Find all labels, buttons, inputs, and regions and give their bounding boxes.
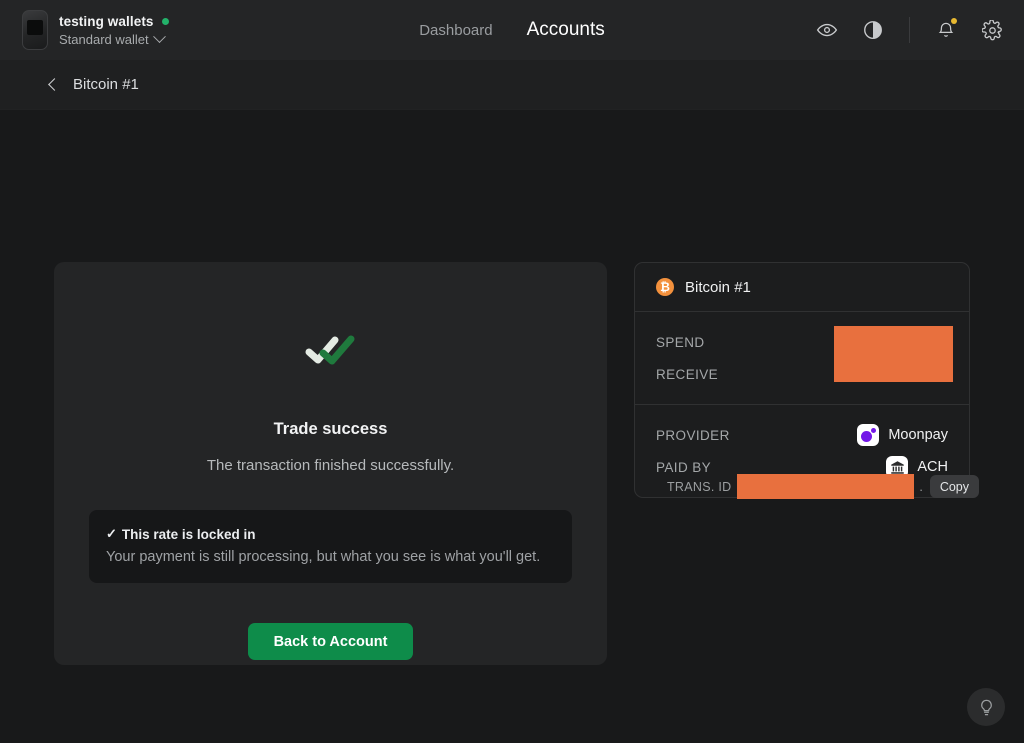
paid-by-name: ACH [917,459,948,475]
wallet-text: testing wallets Standard wallet [59,14,169,47]
provider-value: Moonpay [857,424,948,446]
bell-icon[interactable] [934,18,958,42]
wallet-type-label: Standard wallet [59,31,149,47]
transaction-id-trailing: . [919,479,923,494]
check-icon: ✓ [106,526,117,541]
redacted-amounts-block [834,326,953,382]
order-summary-panel: ₿ Bitcoin #1 SPEND RECEIVE PROVIDER Moon… [634,262,970,498]
redacted-transaction-id [736,474,915,499]
back-to-account-button[interactable]: Back to Account [247,623,414,660]
rate-locked-title: This rate is locked in [121,526,256,542]
rate-locked-body: Your payment is still processing, but wh… [106,549,541,565]
back-chevron-icon[interactable] [48,78,61,91]
app-root: testing wallets Standard wallet Dashboar… [0,0,1024,743]
nav-item-accounts[interactable]: Accounts [527,19,605,41]
transaction-id-label: TRANS. ID [667,479,732,494]
spend-label: SPEND [656,334,705,350]
chevron-down-icon [152,29,166,43]
success-subtitle: The transaction finished successfully. [206,457,455,474]
bitcoin-icon: ₿ [656,278,674,296]
eye-icon[interactable] [815,18,839,42]
summary-header: ₿ Bitcoin #1 [635,263,969,312]
wallet-name: testing wallets [59,13,154,29]
summary-row-provider: PROVIDER Moonpay [656,419,948,451]
hardware-wallet-icon [22,10,48,50]
trade-success-card: Trade success The transaction finished s… [54,262,607,665]
breadcrumb: Bitcoin #1 [0,60,1024,110]
provider-label: PROVIDER [656,427,730,443]
success-title: Trade success [273,420,388,438]
notification-badge [951,18,957,24]
top-bar: testing wallets Standard wallet Dashboar… [0,0,1024,60]
wallet-type-row[interactable]: Standard wallet [59,29,169,47]
help-button[interactable] [967,688,1005,726]
rate-locked-notice: ✓ This rate is locked in Your payment is… [89,510,572,583]
gear-icon[interactable] [980,18,1004,42]
copy-transaction-id-button[interactable]: Copy [929,475,979,498]
toolbar-divider [909,17,910,43]
main-nav: Dashboard Accounts [419,19,605,41]
lightbulb-icon [980,699,992,715]
top-bar-actions [815,17,1004,43]
summary-account-label: Bitcoin #1 [685,278,751,296]
rate-locked-title-row: ✓ This rate is locked in [106,526,555,542]
nav-item-dashboard[interactable]: Dashboard [419,22,492,39]
contrast-icon[interactable] [861,18,885,42]
double-check-icon [305,335,354,365]
content-area: Trade success The transaction finished s… [0,110,1024,743]
paid-by-label: PAID BY [656,459,712,475]
moonpay-logo [857,424,880,446]
connection-status-dot [161,17,169,25]
summary-amounts-group: SPEND RECEIVE [635,312,969,404]
breadcrumb-label: Bitcoin #1 [73,76,139,93]
transaction-id-row: TRANS. ID . Copy [634,474,979,499]
wallet-selector[interactable]: testing wallets Standard wallet [22,10,169,50]
provider-name: Moonpay [888,427,948,443]
wallet-name-row: testing wallets [59,14,169,29]
receive-label: RECEIVE [656,366,719,382]
